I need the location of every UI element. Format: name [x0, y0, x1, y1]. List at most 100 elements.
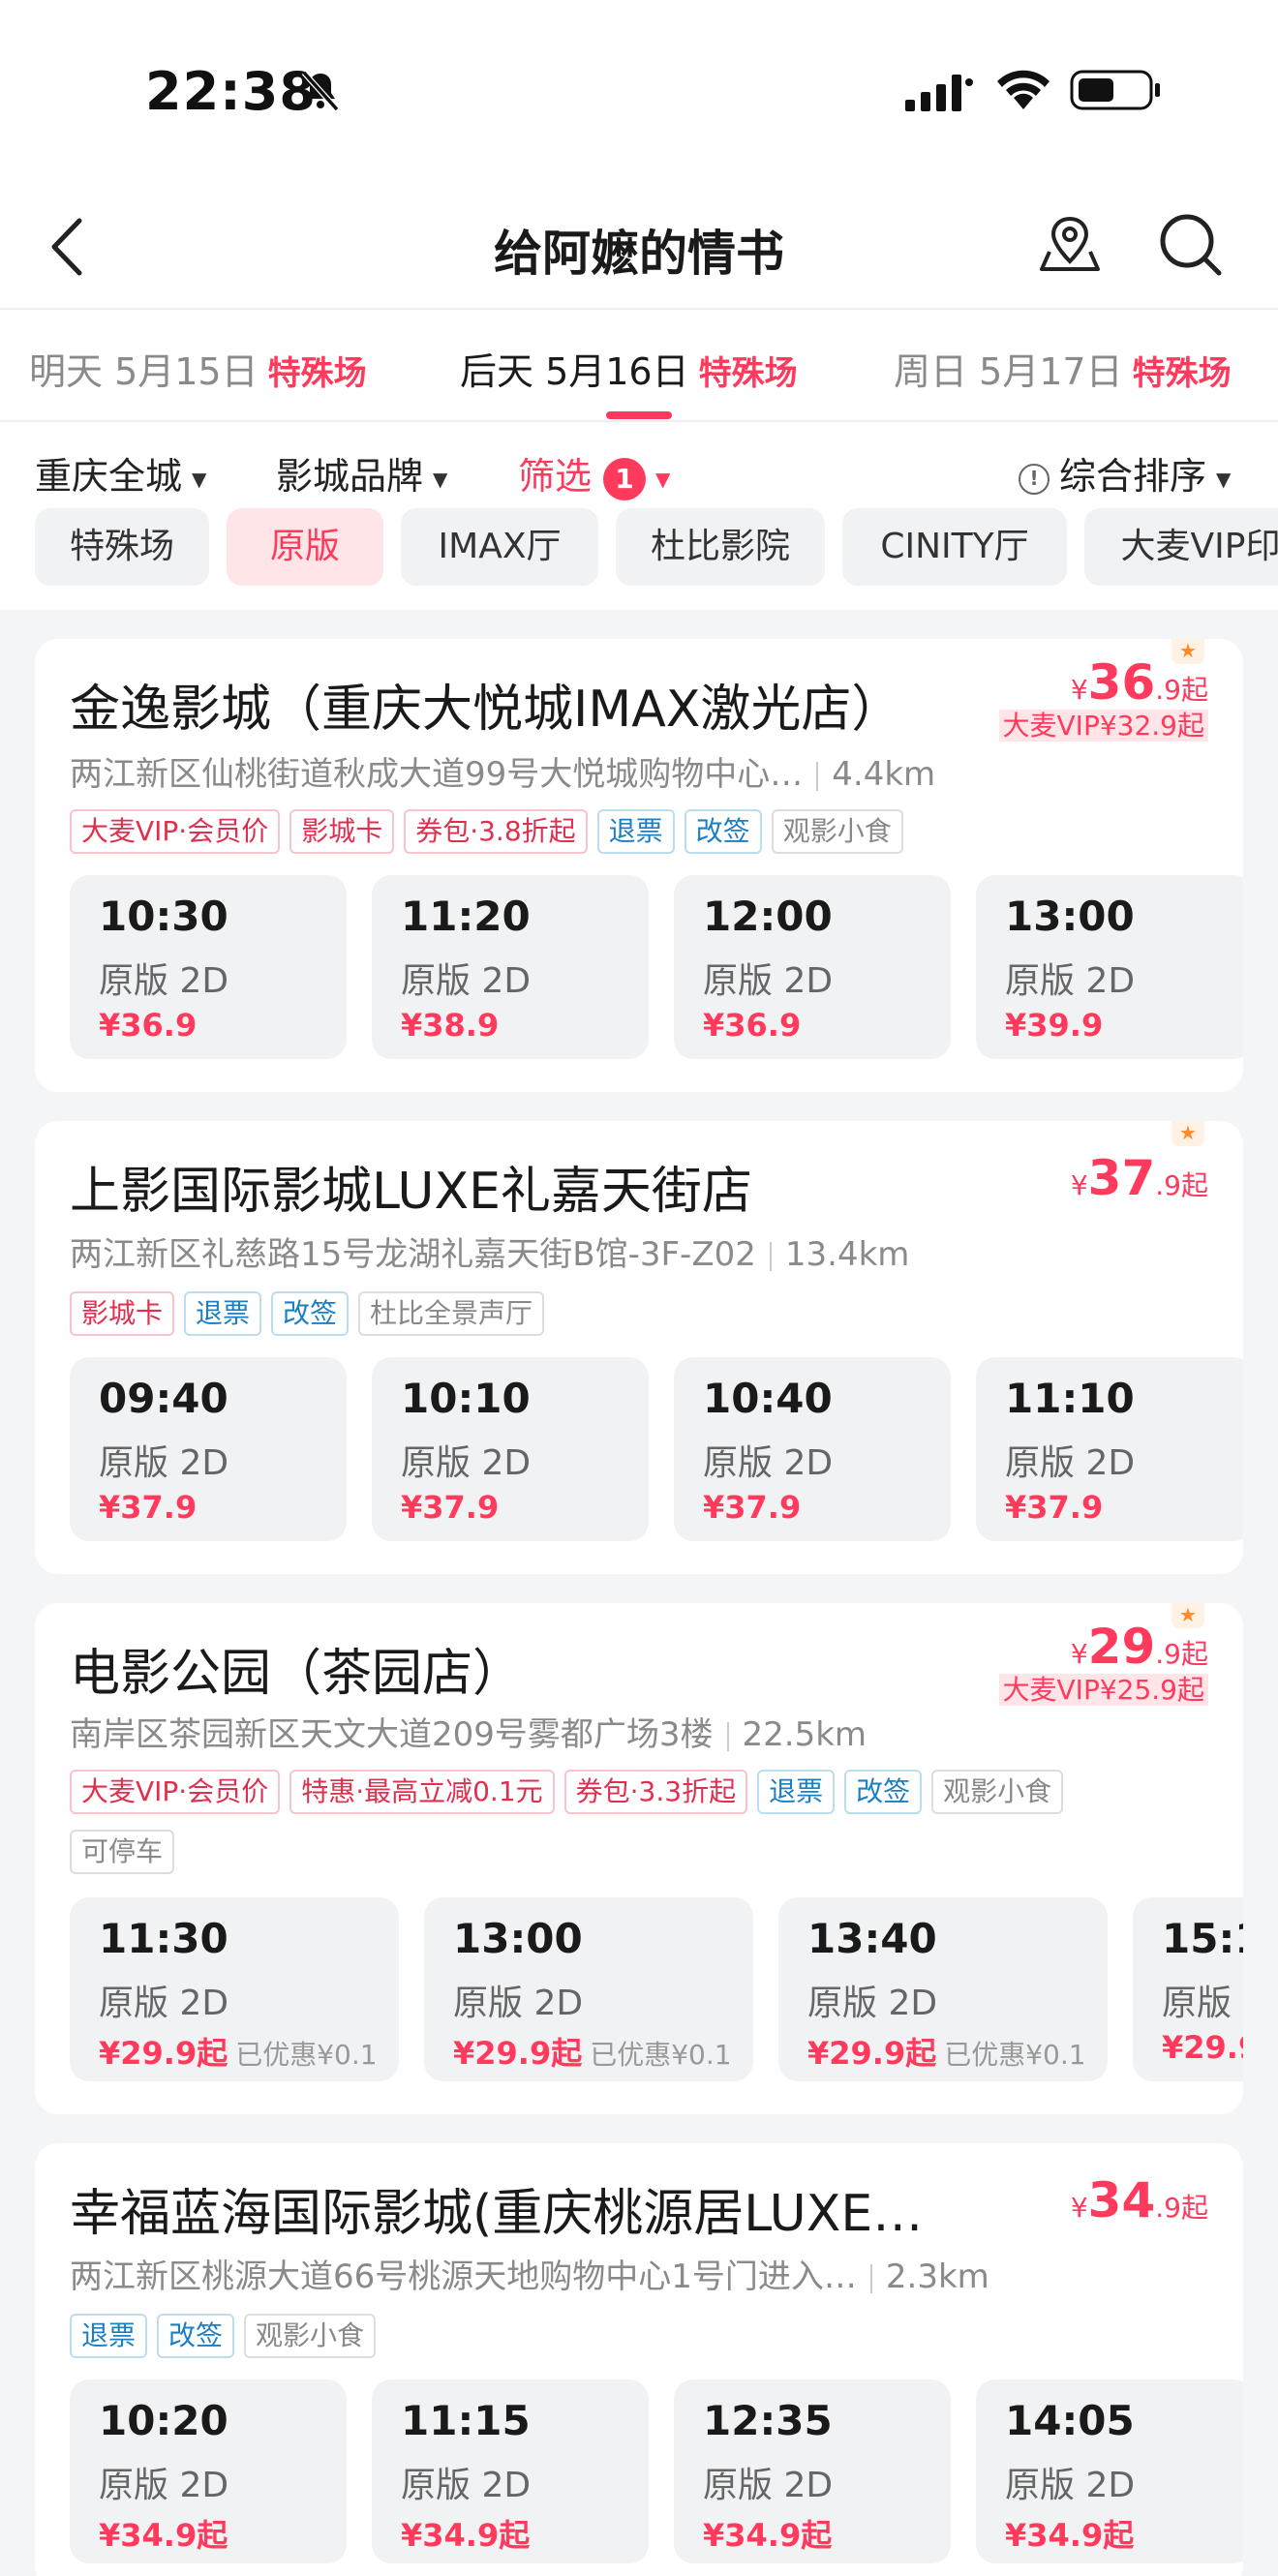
- showtime-version: 原版 2D: [807, 1984, 938, 2023]
- cinema-card[interactable]: ★ 上影国际影城LUXE礼嘉天街店 ¥37.9起 两江新区礼慈路15号龙湖礼嘉天…: [35, 1121, 1243, 1574]
- tag: 改签: [157, 2314, 235, 2358]
- filter-bar: 重庆全城 ▼ 影城品牌 ▼ 筛选 1 ▼ ! 综合排序 ▼: [0, 440, 1278, 500]
- cinema-card[interactable]: ★ 电影公园（茶园店） ¥29.9起 大麦VIP¥25.9起 南岸区茶园新区天文…: [35, 1603, 1243, 2114]
- showtime-version: 原版 2D: [703, 961, 834, 1001]
- showtime-slot[interactable]: 13:00 原版 2D ¥29.9起 已优惠¥0.1: [424, 1897, 753, 2081]
- showtime-version: 原版 2D: [99, 2466, 229, 2505]
- showtime-time: 10:40: [703, 1375, 833, 1422]
- tab-date-2[interactable]: 周日 5月17日 特殊场: [894, 342, 1232, 395]
- feature-chips: 特殊场 原版 IMAX厅 杜比影院 CINITY厅 大麦VIP印: [35, 508, 1278, 586]
- showtime-time: 13:00: [1005, 893, 1135, 940]
- showtime-price: ¥29.9起 已优惠¥0.1: [807, 2029, 1086, 2074]
- cinema-price: ¥34.9起: [1070, 2172, 1208, 2228]
- showtime-slot[interactable]: 11:10 原版 2D ¥37.9: [976, 1357, 1243, 1541]
- tag: 观影小食: [771, 809, 903, 854]
- discount-note: 已优惠¥0.1: [944, 2039, 1086, 2071]
- cinema-tags: 大麦VIP·会员价 影城卡 券包·3.8折起 退票 改签 观影小食: [70, 809, 1212, 869]
- showtime-slot[interactable]: 10:10 原版 2D ¥37.9: [372, 1357, 649, 1541]
- tag: 可停车: [70, 1830, 175, 1874]
- showtime-price: ¥29.9起 已优惠¥0.1: [453, 2029, 732, 2074]
- cinema-tags: 退票 改签 观影小食: [70, 2314, 1212, 2374]
- distance: 2.3km: [885, 2258, 989, 2296]
- showtime-slot[interactable]: 10:20 原版 2D ¥34.9起: [70, 2379, 347, 2563]
- discount-note: 已优惠¥0.1: [235, 2039, 378, 2071]
- divider: [0, 420, 1278, 422]
- showtime-list: 10:20 原版 2D ¥34.9起 11:15 原版 2D ¥34.9起 12:35 原…: [70, 2379, 1243, 2563]
- tab-date-1[interactable]: 后天 5月16日 特殊场: [460, 342, 798, 395]
- showtime-slot[interactable]: 11:20 原版 2D ¥38.9: [372, 875, 649, 1059]
- date-tabs: 明天 5月15日 特殊场 后天 5月16日 特殊场 周日 5月17日 特殊场: [0, 334, 1278, 421]
- cinema-name: 电影公园（茶园店）: [70, 1645, 524, 1703]
- cinema-name: 幸福蓝海国际影城(重庆桃源居LUXE…: [70, 2185, 924, 2243]
- cinema-card[interactable]: ★ 金逸影城（重庆大悦城IMAX激光店） ¥36.9起 大麦VIP¥32.9起 …: [35, 639, 1243, 1092]
- showtime-slot[interactable]: 09:40 原版 2D ¥37.9: [70, 1357, 347, 1541]
- showtime-slot[interactable]: 13:00 原版 2D ¥39.9: [976, 875, 1243, 1059]
- showtime-slot[interactable]: 14:05 原版 2D ¥34.9起: [976, 2379, 1243, 2563]
- tag: 观影小食: [931, 1770, 1064, 1814]
- showtime-slot[interactable]: 12:00 原版 2D ¥36.9: [674, 875, 951, 1059]
- showtime-price: ¥39.9: [1005, 1007, 1104, 1044]
- cinema-card[interactable]: 幸福蓝海国际影城(重庆桃源居LUXE… ¥34.9起 两江新区桃源大道66号桃源…: [35, 2143, 1243, 2576]
- active-tab-indicator: [606, 411, 672, 419]
- cinema-name: 金逸影城（重庆大悦城IMAX激光店）: [70, 681, 902, 739]
- showtime-price: ¥36.9: [99, 1007, 198, 1044]
- separator: [816, 761, 819, 791]
- chip-dolby[interactable]: 杜比影院: [616, 508, 825, 586]
- distance: 13.4km: [784, 1235, 910, 1274]
- chip-special[interactable]: 特殊场: [35, 508, 209, 586]
- address-text: 南岸区茶园新区天文大道209号雾都广场3楼: [70, 1715, 714, 1754]
- cinema-price: ¥36.9起 大麦VIP¥32.9起: [998, 654, 1208, 743]
- separator: [769, 1241, 772, 1271]
- tag: 退票: [596, 809, 675, 854]
- showtime-price: ¥36.9: [703, 1007, 802, 1044]
- tag: 退票: [757, 1770, 836, 1814]
- cinema-price: ¥29.9起 大麦VIP¥25.9起: [998, 1619, 1208, 1708]
- showtime-slot[interactable]: 13:40 原版 2D ¥29.9起 已优惠¥0.1: [778, 1897, 1108, 2081]
- bell-muted-icon: [298, 69, 343, 117]
- separator: [869, 2263, 872, 2293]
- price-value: ¥29.9起: [453, 2035, 583, 2072]
- cinema-address: 南岸区茶园新区天文大道209号雾都广场3楼 22.5km: [70, 1708, 867, 1755]
- showtime-slot[interactable]: 10:30 原版 2D ¥36.9: [70, 875, 347, 1059]
- price-suffix: 起: [1180, 2192, 1208, 2224]
- tag: 改签: [684, 809, 762, 854]
- price-decimal: .9: [1155, 1169, 1181, 1201]
- tag: 退票: [184, 1291, 262, 1336]
- showtime-list: 09:40 原版 2D ¥37.9 10:10 原版 2D ¥37.9 10:40 原版 …: [70, 1357, 1243, 1541]
- showtime-slot[interactable]: 11:30 原版 2D ¥29.9起 已优惠¥0.1: [70, 1897, 399, 2081]
- chip-original[interactable]: 原版: [227, 508, 383, 586]
- tag: 观影小食: [244, 2314, 377, 2358]
- sort-filter[interactable]: ! 综合排序 ▼: [1019, 446, 1231, 500]
- address-text: 两江新区桃源大道66号桃源天地购物中心1号门进入…: [70, 2258, 857, 2296]
- showtime-slot[interactable]: 12:35 原版 2D ¥34.9起: [674, 2379, 951, 2563]
- chip-imax[interactable]: IMAX厅: [401, 508, 598, 586]
- showtime-slot[interactable]: 10:40 原版 2D ¥37.9: [674, 1357, 951, 1541]
- city-filter-label: 重庆全城: [35, 455, 183, 498]
- caret-down-icon: ▼: [192, 467, 207, 491]
- price-integer: 34: [1087, 2172, 1156, 2228]
- vip-price: 大麦VIP¥32.9起: [998, 710, 1208, 742]
- map-location-icon[interactable]: [1036, 211, 1104, 283]
- screen-filter[interactable]: 筛选 1 ▼: [518, 446, 670, 500]
- showtime-version: 原版 2D: [401, 961, 532, 1001]
- tag: 杜比全景声厅: [358, 1291, 545, 1336]
- showtime-version: 原版 2D: [703, 1443, 834, 1483]
- showtime-slot[interactable]: 15:1 原版 ¥29.9: [1133, 1897, 1243, 2081]
- vip-price: 大麦VIP¥25.9起: [998, 1674, 1208, 1706]
- search-icon[interactable]: [1157, 211, 1225, 283]
- showtime-time: 13:00: [453, 1915, 583, 1962]
- showtime-version: 原版 2D: [1005, 1443, 1136, 1483]
- tag: 改签: [271, 1291, 350, 1336]
- showtime-slot[interactable]: 11:15 原版 2D ¥34.9起: [372, 2379, 649, 2563]
- tab-date-0[interactable]: 明天 5月15日 特殊场: [29, 342, 367, 395]
- brand-filter[interactable]: 影城品牌 ▼: [276, 446, 447, 500]
- city-filter[interactable]: 重庆全城 ▼: [35, 446, 206, 500]
- chip-cinity[interactable]: CINITY厅: [842, 508, 1067, 586]
- chip-vip[interactable]: 大麦VIP印: [1084, 508, 1278, 586]
- price-suffix: 起: [1180, 674, 1208, 706]
- showtime-price: ¥37.9: [703, 1489, 802, 1526]
- showtime-version: 原版 2D: [99, 1984, 229, 2023]
- wifi-icon: [994, 67, 1052, 115]
- tag: 影城卡: [70, 1291, 175, 1336]
- showtime-time: 10:30: [99, 893, 228, 940]
